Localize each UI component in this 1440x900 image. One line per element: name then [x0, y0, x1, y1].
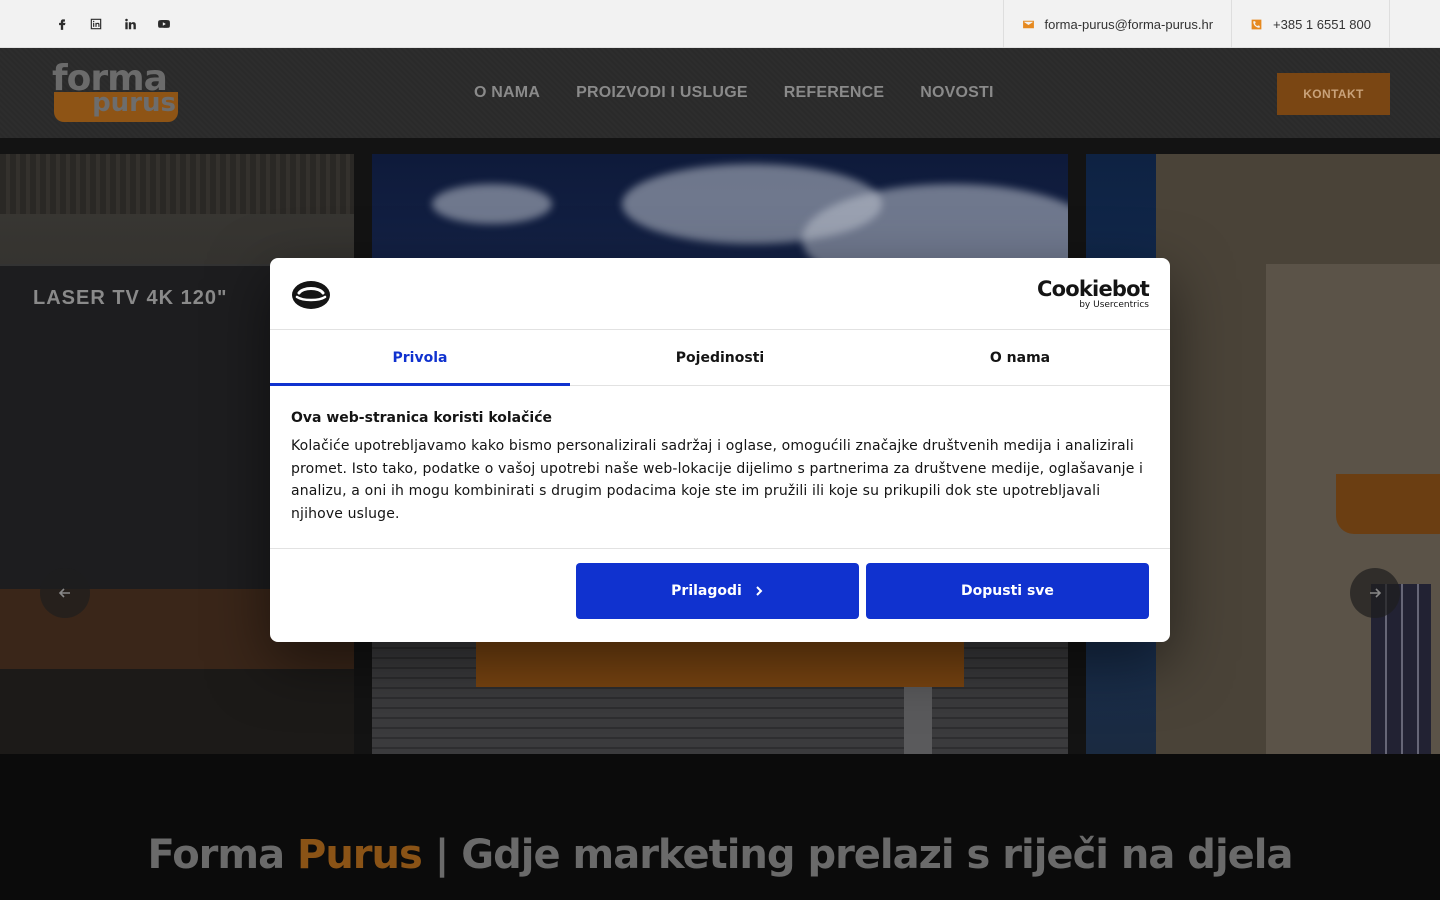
cookiebot-brand[interactable]: Cookiebot by Usercentrics — [1037, 277, 1150, 310]
nav-proizvodi-i-usluge[interactable]: PROIZVODI I USLUGE — [576, 84, 748, 102]
social-links — [52, 0, 174, 48]
phone-text: +385 1 6551 800 — [1273, 16, 1371, 32]
site-header: forma purus O NAMA PROIZVODI I USLUGE RE… — [0, 48, 1440, 138]
tab-privola[interactable]: Privola — [270, 330, 570, 386]
tab-pojedinosti[interactable]: Pojedinosti — [570, 330, 870, 385]
phone-icon — [1251, 19, 1262, 29]
email-contact[interactable]: forma-purus@forma-purus.hr — [1002, 0, 1232, 48]
cookie-consent-dialog: Cookiebot by Usercentrics Privola Pojedi… — [270, 258, 1170, 642]
tab-o-nama[interactable]: O nama — [870, 330, 1170, 385]
linkedin-icon[interactable] — [120, 14, 140, 34]
cookiebot-logo-icon — [292, 281, 330, 309]
brand-name: Cookiebot — [1037, 277, 1150, 301]
main-nav: O NAMA PROIZVODI I USLUGE REFERENCE NOVO… — [474, 48, 994, 138]
dialog-title: Ova web-stranica koristi kolačiće — [291, 410, 553, 426]
kontakt-button[interactable]: KONTAKT — [1277, 73, 1390, 115]
dialog-tabs: Privola Pojedinosti O nama — [270, 330, 1170, 386]
arrow-left-icon — [58, 588, 70, 598]
headline-accent: Purus — [297, 832, 423, 878]
contact-info: forma-purus@forma-purus.hr +385 1 6551 8… — [1002, 0, 1390, 48]
slider-next-button[interactable] — [1350, 568, 1400, 618]
allow-all-label: Dopusti sve — [961, 583, 1054, 599]
allow-all-button[interactable]: Dopusti sve — [866, 563, 1149, 619]
customize-button[interactable]: Prilagodi — [576, 563, 859, 619]
nav-novosti[interactable]: NOVOSTI — [920, 84, 993, 102]
slider-prev-button[interactable] — [40, 568, 90, 618]
arrow-right-icon — [1370, 588, 1382, 598]
customize-label: Prilagodi — [671, 583, 742, 599]
intro-section: Forma Purus | Gdje marketing prelazi s r… — [0, 754, 1440, 900]
envelope-icon — [1022, 20, 1034, 28]
forma-purus-logo[interactable]: forma purus — [52, 58, 180, 124]
facebook-icon[interactable] — [52, 14, 72, 34]
nav-reference[interactable]: REFERENCE — [784, 84, 884, 102]
linkedin-square-icon[interactable] — [86, 14, 106, 34]
logo-word-purus: purus — [92, 88, 176, 118]
chevron-right-icon — [756, 586, 763, 596]
dialog-header: Cookiebot by Usercentrics — [270, 258, 1170, 330]
brand-sub: by Usercentrics — [1079, 300, 1149, 310]
top-info-bar: forma-purus@forma-purus.hr +385 1 6551 8… — [0, 0, 1440, 48]
intro-headline: Forma Purus | Gdje marketing prelazi s r… — [147, 832, 1294, 878]
dialog-body: Ova web-stranica koristi kolačiće Kolači… — [270, 386, 1170, 549]
youtube-icon[interactable] — [154, 14, 174, 34]
phone-contact[interactable]: +385 1 6551 800 — [1231, 0, 1390, 48]
dialog-text: Kolačiće upotrebljavamo kako bismo perso… — [291, 438, 1144, 522]
email-text: forma-purus@forma-purus.hr — [1044, 16, 1214, 32]
nav-o-nama[interactable]: O NAMA — [474, 84, 540, 102]
laser-tv-label: LASER TV 4K 120" — [33, 287, 228, 309]
dialog-footer: Prilagodi Dopusti sve — [270, 549, 1170, 641]
